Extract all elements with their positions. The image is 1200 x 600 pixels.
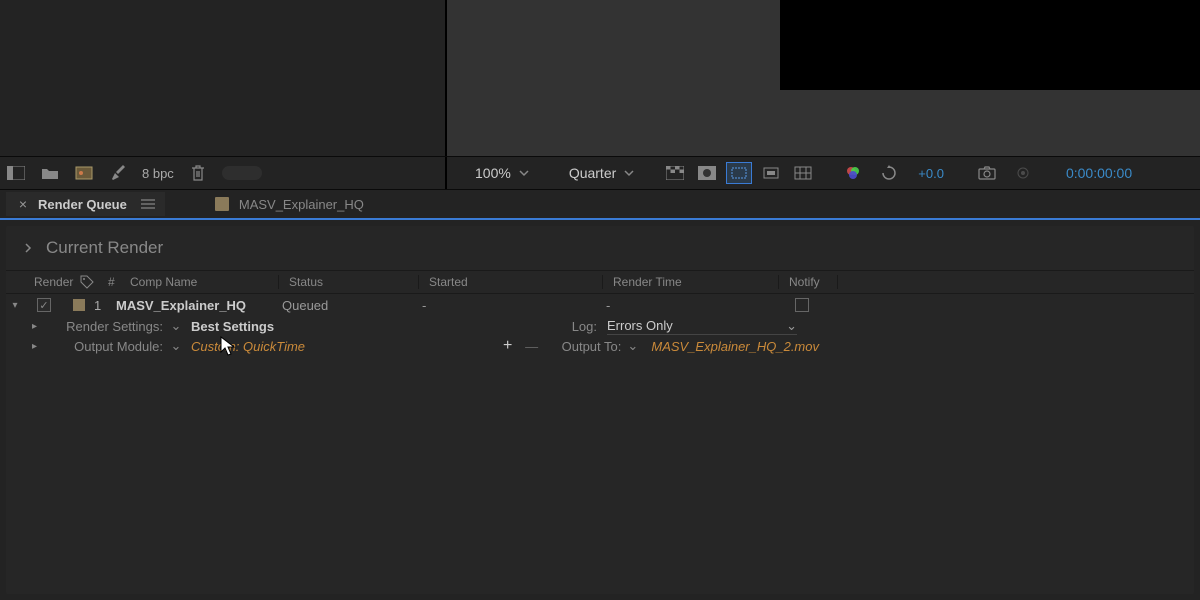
col-render[interactable]: Render (6, 275, 72, 289)
disclosure-arrow-icon[interactable]: ▸ (32, 321, 50, 332)
bpc-label[interactable]: 8 bpc (142, 166, 174, 181)
zoom-dropdown[interactable]: 100% (465, 161, 539, 185)
composition-icon (73, 299, 85, 311)
resolution-dropdown[interactable]: Quarter (559, 161, 644, 185)
item-comp-name[interactable]: MASV_Explainer_HQ (116, 298, 272, 313)
render-settings-value[interactable]: Best Settings (191, 319, 274, 334)
render-settings-dropdown[interactable]: ⌄ (167, 318, 185, 334)
columns-header-row: Render # Comp Name Status Started Render… (6, 270, 1194, 294)
expand-arrow-icon[interactable]: ▾ (6, 300, 24, 311)
render-settings-label: Render Settings: (50, 319, 163, 334)
color-management-icon[interactable] (840, 162, 866, 184)
panel-tabs-bar: × Render Queue MASV_Explainer_HQ (0, 190, 1200, 220)
slider-track[interactable] (222, 166, 262, 180)
output-file-link[interactable]: MASV_Explainer_HQ_2.mov (651, 339, 819, 354)
panel-menu-icon[interactable] (6, 163, 26, 183)
render-checkbox[interactable] (37, 298, 51, 312)
comp-tab-label: MASV_Explainer_HQ (239, 197, 364, 212)
output-module-dropdown[interactable]: ⌄ (167, 338, 185, 354)
mask-icon[interactable] (694, 162, 720, 184)
composition-tab[interactable]: MASV_Explainer_HQ (215, 197, 364, 212)
output-to-dropdown[interactable]: ⌄ (627, 338, 645, 354)
log-dropdown[interactable]: Errors Only ⌄ (607, 317, 797, 335)
comp-icon-cell (64, 299, 94, 311)
snapshot-icon[interactable] (974, 162, 1000, 184)
output-module-value[interactable]: Custom: QuickTime (191, 339, 305, 354)
trash-icon[interactable] (188, 163, 208, 183)
item-status: Queued (272, 298, 412, 313)
chevron-down-icon: ⌄ (786, 318, 797, 334)
transparency-grid-icon[interactable] (662, 162, 688, 184)
col-render-time[interactable]: Render Time (602, 275, 778, 289)
exposure-value[interactable]: +0.0 (918, 166, 944, 181)
output-to-label: Output To: (562, 339, 622, 354)
brush-icon[interactable] (108, 163, 128, 183)
item-render-time: - (596, 298, 772, 313)
remove-output-button[interactable]: — (522, 339, 542, 354)
col-comp-name[interactable]: Comp Name (122, 275, 278, 289)
log-value: Errors Only (607, 318, 786, 333)
col-tag-icon[interactable] (72, 275, 100, 289)
current-render-header[interactable]: Current Render (6, 226, 1194, 270)
current-render-label: Current Render (46, 238, 163, 258)
close-tab-button[interactable]: × (16, 196, 30, 212)
composition-icon[interactable] (74, 163, 94, 183)
col-notify[interactable]: Notify (778, 275, 838, 289)
render-queue-tab[interactable]: × Render Queue (6, 192, 165, 216)
zoom-value: 100% (475, 165, 511, 181)
notify-checkbox[interactable] (795, 298, 809, 312)
item-number: 1 (94, 298, 116, 313)
region-of-interest-icon[interactable] (726, 162, 752, 184)
chevron-down-icon (519, 168, 529, 178)
notify-cell (772, 298, 832, 312)
resolution-value: Quarter (569, 165, 616, 181)
reset-exposure-icon[interactable] (876, 162, 902, 184)
show-snapshot-icon[interactable] (1010, 162, 1036, 184)
preview-panel (780, 0, 1200, 90)
item-started: - (412, 298, 596, 313)
log-label: Log: (572, 319, 597, 334)
timecode-display[interactable]: 0:00:00:00 (1066, 165, 1132, 181)
composition-icon (215, 197, 229, 211)
chevron-down-icon (624, 168, 634, 178)
project-panel-area (0, 0, 447, 156)
folder-icon[interactable] (40, 163, 60, 183)
grid-guides-icon[interactable] (790, 162, 816, 184)
tab-label: Render Queue (38, 197, 127, 212)
render-queue-item[interactable]: ▾ 1 MASV_Explainer_HQ Queued - - (6, 294, 1194, 316)
disclosure-arrow-icon[interactable]: ▸ (32, 341, 50, 352)
panel-menu-icon[interactable] (141, 198, 155, 210)
channel-icon[interactable] (758, 162, 784, 184)
add-output-button[interactable]: + (498, 337, 518, 355)
output-module-label: Output Module: (50, 339, 163, 354)
render-checkbox-cell (24, 298, 64, 312)
col-number[interactable]: # (100, 275, 122, 289)
col-status[interactable]: Status (278, 275, 418, 289)
viewer-area (447, 0, 1200, 156)
col-started[interactable]: Started (418, 275, 602, 289)
disclosure-arrow-icon[interactable] (24, 242, 32, 254)
